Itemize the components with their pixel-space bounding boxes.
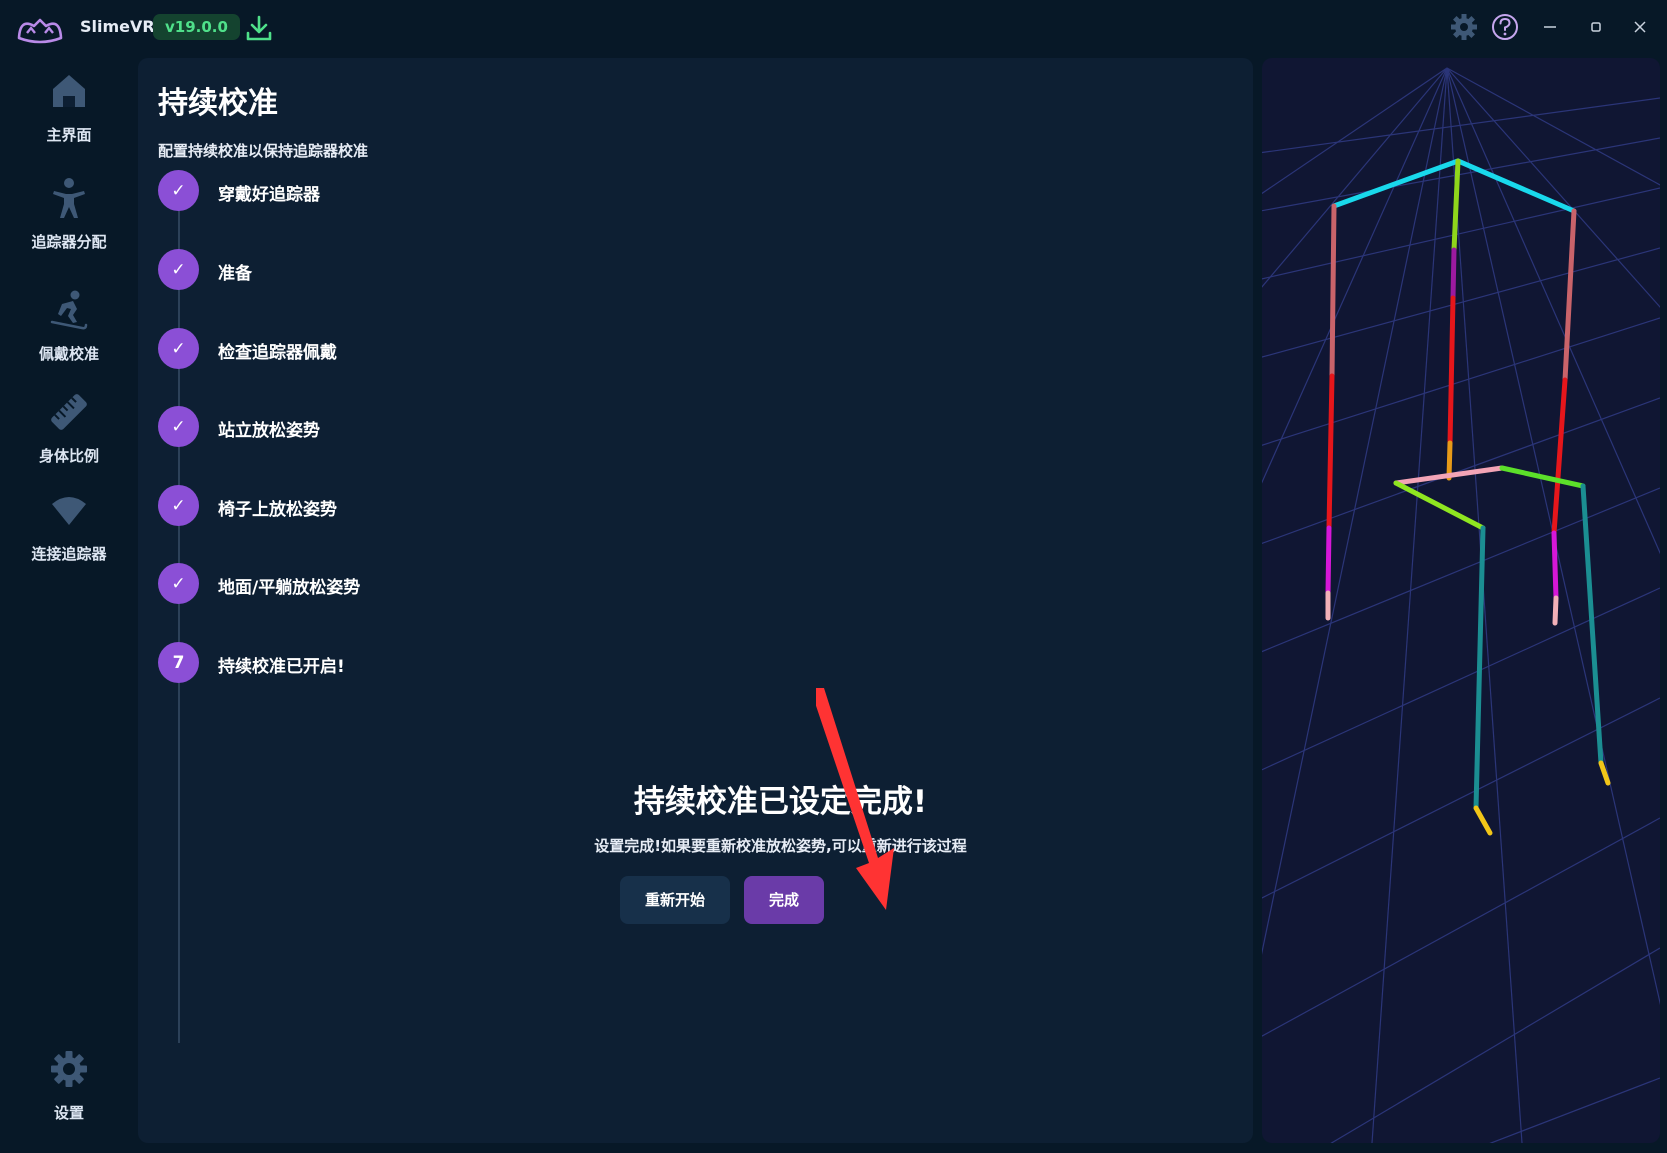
download-icon[interactable] [244,13,274,43]
sidebar-item-label: 佩戴校准 [38,345,99,363]
app-name: SlimeVR [80,17,155,36]
step-label: 站立放松姿势 [218,421,320,441]
restart-button[interactable]: 重新开始 [620,876,730,924]
done-button[interactable]: 完成 [744,876,824,924]
step-label: 椅子上放松姿势 [218,500,337,520]
gear-icon[interactable] [1447,10,1481,44]
step-label: 准备 [218,264,252,284]
completion-title: 持续校准已设定完成! [633,784,928,820]
title-bar: SlimeVR v19.0.0 [0,0,1667,56]
step-label: 检查追踪器佩戴 [218,343,337,363]
skeleton-grid [1262,67,1660,1143]
skier-icon [50,290,88,330]
help-icon[interactable] [1488,10,1522,44]
slimevr-logo-icon [17,18,63,44]
step-check-icon: ✓ [158,170,199,211]
step-check-icon: ✓ [158,249,199,290]
sidebar-item-body-proportions[interactable]: 身体比例 [0,391,138,481]
sidebar-item-home[interactable]: 主界面 [0,70,138,160]
person-icon [53,178,85,218]
sidebar-item-mounting-calibration[interactable]: 佩戴校准 [0,289,138,379]
completion-description: 设置完成!如果要重新校准放松姿势,可以重新进行该过程 [594,837,967,855]
sidebar-item-label: 主界面 [46,126,92,144]
step-check-icon: ✓ [158,328,199,369]
sidebar: 主界面 追踪器分配 佩戴校准 身体比例 连接追踪器 设置 [0,56,138,1153]
ruler-icon [51,394,87,430]
gear-icon [51,1051,87,1087]
close-icon[interactable] [1623,10,1657,44]
wifi-icon [52,497,86,525]
minimize-icon[interactable] [1533,10,1567,44]
home-icon [53,75,85,107]
sidebar-item-label: 追踪器分配 [31,233,107,251]
page-title: 持续校准 [158,86,278,121]
sidebar-item-label: 连接追踪器 [31,545,107,563]
sidebar-item-tracker-assignment[interactable]: 追踪器分配 [0,177,138,267]
step-check-icon: ✓ [158,406,199,447]
step-label: 地面/平躺放松姿势 [218,578,361,598]
step-check-icon: ✓ [158,563,199,604]
step-label: 穿戴好追踪器 [218,185,320,205]
main-panel: 持续校准 配置持续校准以保持追踪器校准 ✓ 穿戴好追踪器 ✓ 准备 ✓ 检查追踪… [138,58,1253,1143]
annotation-arrow-icon [816,688,894,910]
page-subtitle: 配置持续校准以保持追踪器校准 [158,142,369,160]
maximize-icon[interactable] [1579,10,1613,44]
sidebar-item-settings[interactable]: 设置 [0,1048,138,1138]
skeleton-3d-viewport[interactable] [1262,58,1660,1143]
version-badge[interactable]: v19.0.0 [153,14,240,40]
sidebar-item-label: 设置 [53,1104,84,1122]
step-check-icon: ✓ [158,485,199,526]
step-label: 持续校准已开启! [218,657,345,677]
sidebar-item-label: 身体比例 [38,447,99,465]
sidebar-item-connect-trackers[interactable]: 连接追踪器 [0,489,138,579]
step-number: 7 [158,642,199,683]
